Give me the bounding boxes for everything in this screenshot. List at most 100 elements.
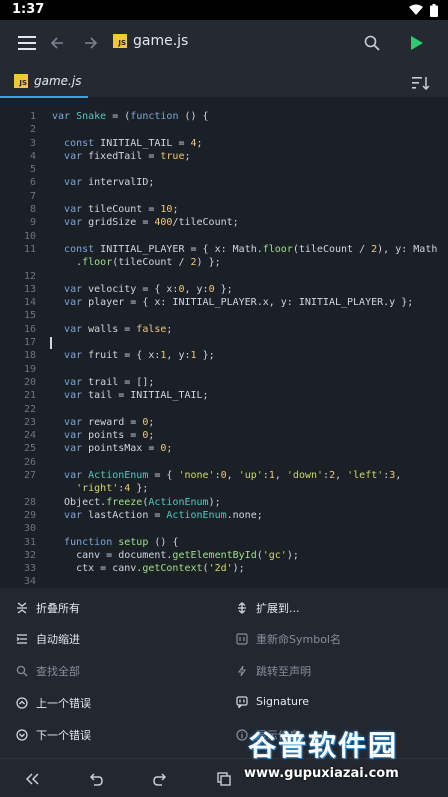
line-number: 17 [23, 337, 36, 349]
line-code: canv = document.getElementById('gc'); [52, 549, 299, 561]
line-code: var lastAction = ActionEnum.none; [64, 509, 263, 521]
code-line[interactable]: 32 canv = document.getElementById('gc'); [0, 549, 448, 562]
code-line[interactable]: 7 [0, 190, 448, 203]
menu-item-label: 重新命Symbol名 [256, 633, 341, 646]
battery-icon [430, 4, 438, 17]
code-line[interactable]: 9 var gridSize = 400/tileCount; [0, 216, 448, 229]
line-code: var velocity = { x:0, y:0 }; [64, 283, 233, 295]
code-line[interactable]: 22 [0, 403, 448, 416]
line-code: var intervalID; [64, 177, 155, 189]
text-cursor [50, 337, 52, 350]
code-line[interactable]: 21 var tail = INITIAL_TAIL; [0, 389, 448, 402]
undo-button[interactable] [84, 767, 108, 791]
line-code: function setup () { [64, 536, 179, 548]
code-line[interactable]: 24 var points = 0; [0, 429, 448, 442]
code-line[interactable]: 34 [0, 575, 448, 588]
line-code: var reward = 0; [64, 416, 155, 428]
line-number: 31 [23, 536, 36, 548]
chevron-down-circle-icon [16, 729, 28, 741]
line-number: 3 [29, 137, 36, 149]
menu-item-label: 查找全部 [36, 665, 80, 678]
code-line[interactable]: 2 [0, 123, 448, 136]
code-editor[interactable]: 1 var Snake = (function () {2 3 const INIT… [0, 98, 448, 588]
watermark-url: www.gupuxiazai.com [244, 766, 399, 781]
line-code: var pointsMax = 0; [64, 443, 173, 455]
code-line[interactable]: 16 var walls = false; [0, 323, 448, 336]
code-line[interactable]: 28 Object.freeze(ActionEnum); [0, 496, 448, 509]
code-line[interactable]: 23 var reward = 0; [0, 416, 448, 429]
line-number: 22 [23, 403, 36, 415]
menu-item-search[interactable]: 查找全部 [16, 663, 80, 679]
line-code: var walls = false; [64, 323, 173, 335]
menu-item-label: 跳转至声明 [256, 665, 311, 678]
menu-item-indent[interactable]: 自动缩进 [16, 631, 80, 647]
menu-item-chevron-down-circle[interactable]: 下一个错误 [16, 727, 91, 743]
code-line[interactable]: 'right':4 }; [0, 482, 448, 495]
code-line[interactable]: 27 var ActionEnum = { 'none':0, 'up':1, … [0, 469, 448, 482]
menu-item-fold[interactable]: 折叠所有 [16, 600, 80, 616]
run-button[interactable] [402, 28, 432, 58]
menu-item-expand[interactable]: 扩展到... [236, 600, 300, 616]
line-code: var trail = []; [64, 376, 155, 388]
code-line[interactable]: 15 [0, 309, 448, 322]
status-bar: 1:37 [0, 0, 448, 20]
menu-item-jump[interactable]: 跳转至声明 [236, 663, 311, 679]
file-title-label: game.js [133, 33, 189, 49]
line-number: 28 [23, 496, 36, 508]
line-code: var fruit = { x:1, y:1 }; [64, 350, 215, 362]
code-line[interactable]: 18 var fruit = { x:1, y:1 }; [0, 349, 448, 362]
code-line[interactable]: 13 var velocity = { x:0, y:0 }; [0, 283, 448, 296]
code-line[interactable]: 19 [0, 363, 448, 376]
code-line[interactable]: 17 [0, 336, 448, 350]
menu-item-signature[interactable]: Signature [236, 695, 309, 708]
code-line[interactable]: 12 [0, 270, 448, 283]
tab-game-js[interactable]: JS game.js [0, 66, 88, 98]
collapse-left-button[interactable] [20, 767, 44, 791]
code-line[interactable]: 29 var lastAction = ActionEnum.none; [0, 509, 448, 522]
code-line[interactable]: 6 var intervalID; [0, 176, 448, 189]
fold-icon [16, 602, 28, 614]
code-line[interactable]: 14 var player = { x: INITIAL_PLAYER.x, y… [0, 296, 448, 309]
sort-button[interactable] [410, 72, 432, 94]
code-line[interactable]: 33 ctx = canv.getContext('2d'); [0, 562, 448, 575]
menu-button[interactable] [12, 28, 42, 58]
line-number: 9 [29, 217, 36, 229]
line-number: 11 [23, 243, 36, 255]
line-number: 25 [23, 443, 36, 455]
line-number: 10 [23, 230, 36, 242]
line-number: 21 [23, 390, 36, 402]
line-code: var gridSize = 400/tileCount; [64, 217, 239, 229]
line-number: 19 [23, 363, 36, 375]
code-line[interactable]: 10 [0, 230, 448, 243]
line-number: 7 [29, 190, 36, 202]
code-line[interactable]: 5 [0, 163, 448, 176]
code-line[interactable]: .floor(tileCount / 2) }; [0, 256, 448, 269]
code-line[interactable]: 3 const INITIAL_TAIL = 4; [0, 137, 448, 150]
code-line[interactable]: 31 function setup () { [0, 536, 448, 549]
code-line[interactable]: 4 var fixedTail = true; [0, 150, 448, 163]
code-line[interactable]: 20 var trail = []; [0, 376, 448, 389]
line-number: 12 [23, 270, 36, 282]
line-code: Object.freeze(ActionEnum); [52, 496, 221, 508]
code-line[interactable]: 30 [0, 522, 448, 535]
line-code: 'right':4 }; [76, 483, 149, 495]
back-button[interactable] [42, 28, 72, 58]
menu-item-rename[interactable]: 重新命Symbol名 [236, 631, 341, 647]
line-number: 2 [29, 124, 36, 136]
line-number: 16 [23, 323, 36, 335]
search-button[interactable] [357, 28, 387, 58]
copy-button[interactable] [212, 767, 236, 791]
line-code: var points = 0; [64, 430, 155, 442]
redo-button[interactable] [148, 767, 172, 791]
code-line[interactable]: 25 var pointsMax = 0; [0, 442, 448, 455]
redo-icon [153, 773, 167, 786]
line-number: 27 [23, 470, 36, 482]
menu-item-label: 下一个错误 [36, 729, 91, 742]
code-line[interactable]: 1 var Snake = (function () { [0, 110, 448, 123]
chevron-up-circle-icon [16, 697, 28, 709]
menu-item-chevron-up-circle[interactable]: 上一个错误 [16, 695, 91, 711]
code-line[interactable]: 8 var tileCount = 10; [0, 203, 448, 216]
code-line[interactable]: 11 const INITIAL_PLAYER = { x: Math.floo… [0, 243, 448, 256]
code-line[interactable]: 26 [0, 456, 448, 469]
forward-button[interactable] [76, 28, 106, 58]
